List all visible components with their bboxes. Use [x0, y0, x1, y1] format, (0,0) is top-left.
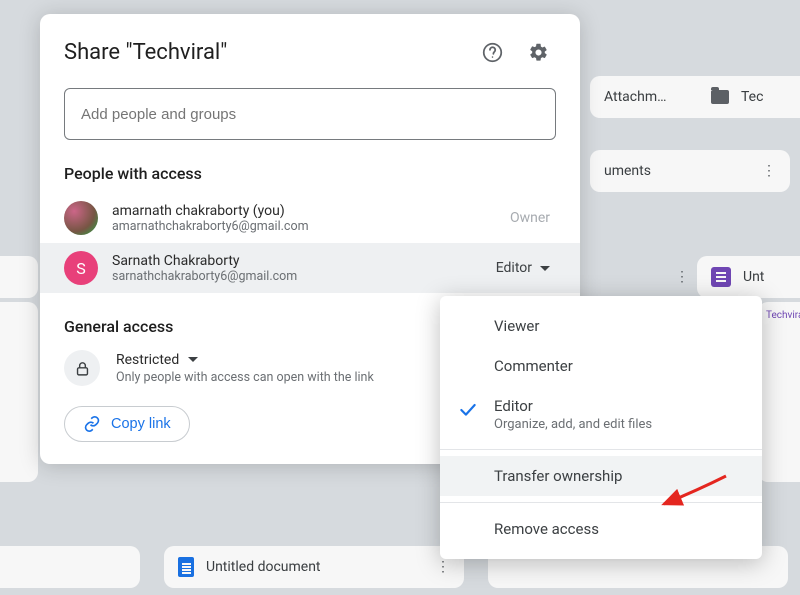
role-dropdown-label: Editor: [496, 260, 532, 276]
menu-item-editor[interactable]: Editor Organize, add, and edit files: [440, 386, 762, 443]
menu-item-sublabel: Organize, add, and edit files: [494, 417, 652, 432]
person-meta: amarnath chakraborty (you) amarnathchakr…: [112, 203, 496, 234]
person-email: amarnathchakraborty6@gmail.com: [112, 219, 496, 234]
avatar: S: [64, 251, 98, 285]
menu-separator: [440, 449, 762, 450]
bg-file-chip[interactable]: Unt ⋮: [697, 256, 800, 298]
bg-file-chip[interactable]: Untitled document ⋮: [164, 546, 464, 588]
menu-item-remove-access[interactable]: Remove access: [440, 509, 762, 549]
lock-icon: [64, 350, 100, 386]
docs-icon: [178, 557, 194, 577]
copy-link-button[interactable]: Copy link: [64, 406, 190, 442]
general-access-meta: Restricted Only people with access can o…: [116, 352, 374, 385]
more-icon[interactable]: ⋮: [436, 559, 450, 575]
bg-chip: [0, 546, 140, 588]
menu-item-label: Transfer ownership: [494, 467, 622, 485]
menu-item-transfer-ownership[interactable]: Transfer ownership: [440, 456, 762, 496]
bg-chip-label: Unt: [743, 269, 764, 285]
person-row-editor: S Sarnath Chakraborty sarnathchakraborty…: [40, 243, 580, 293]
folder-icon: [711, 90, 729, 104]
menu-item-label: Editor: [494, 397, 652, 415]
menu-item-label: Remove access: [494, 520, 599, 538]
bg-folder-chip[interactable]: Tec: [697, 76, 800, 118]
more-icon[interactable]: ⋮: [762, 163, 776, 179]
bg-card: [0, 302, 38, 482]
forms-icon: [711, 267, 731, 287]
bg-preview-card: Techviral: [758, 302, 800, 482]
settings-icon[interactable]: [520, 34, 556, 70]
dialog-header: Share "Techviral": [64, 34, 556, 70]
link-icon: [83, 415, 101, 433]
person-email: sarnathchakraborty6@gmail.com: [112, 269, 476, 284]
general-access-label: Restricted: [116, 352, 179, 368]
role-dropdown[interactable]: Editor: [490, 256, 556, 280]
menu-item-commenter[interactable]: Commenter: [440, 346, 762, 386]
dialog-title: Share "Techviral": [64, 40, 464, 65]
bg-chip-label: uments: [604, 163, 651, 179]
menu-separator: [440, 502, 762, 503]
avatar: [64, 201, 98, 235]
menu-item-label: Commenter: [494, 357, 573, 375]
general-access-sub: Only people with access can open with th…: [116, 370, 374, 385]
bg-chip-label: Tec: [741, 89, 763, 105]
person-row-owner: amarnath chakraborty (you) amarnathchakr…: [40, 193, 580, 243]
person-name: Sarnath Chakraborty: [112, 253, 476, 269]
chevron-down-icon: [540, 266, 550, 271]
general-access-dropdown[interactable]: Restricted: [116, 352, 374, 368]
check-icon: [458, 400, 478, 420]
bg-chip-label: Untitled document: [206, 559, 321, 575]
menu-item-viewer[interactable]: Viewer: [440, 306, 762, 346]
person-meta: Sarnath Chakraborty sarnathchakraborty6@…: [112, 253, 476, 284]
help-icon[interactable]: [474, 34, 510, 70]
avatar-initial: S: [76, 259, 86, 278]
chevron-down-icon: [188, 357, 198, 362]
copy-link-label: Copy link: [111, 416, 171, 432]
bg-preview-title: Techviral: [766, 310, 800, 321]
bg-folder-chip[interactable]: uments ⋮: [590, 150, 790, 192]
person-name: amarnath chakraborty (you): [112, 203, 496, 219]
more-icon[interactable]: ⋮: [675, 269, 689, 285]
menu-item-label: Viewer: [494, 317, 539, 335]
role-menu: Viewer Commenter Editor Organize, add, a…: [440, 296, 762, 559]
role-label-owner: Owner: [510, 210, 550, 226]
people-with-access-heading: People with access: [64, 164, 556, 183]
bg-chip: at with: [0, 256, 38, 298]
add-people-input[interactable]: [64, 88, 556, 140]
bg-chip-label: Attachm…: [604, 89, 666, 105]
